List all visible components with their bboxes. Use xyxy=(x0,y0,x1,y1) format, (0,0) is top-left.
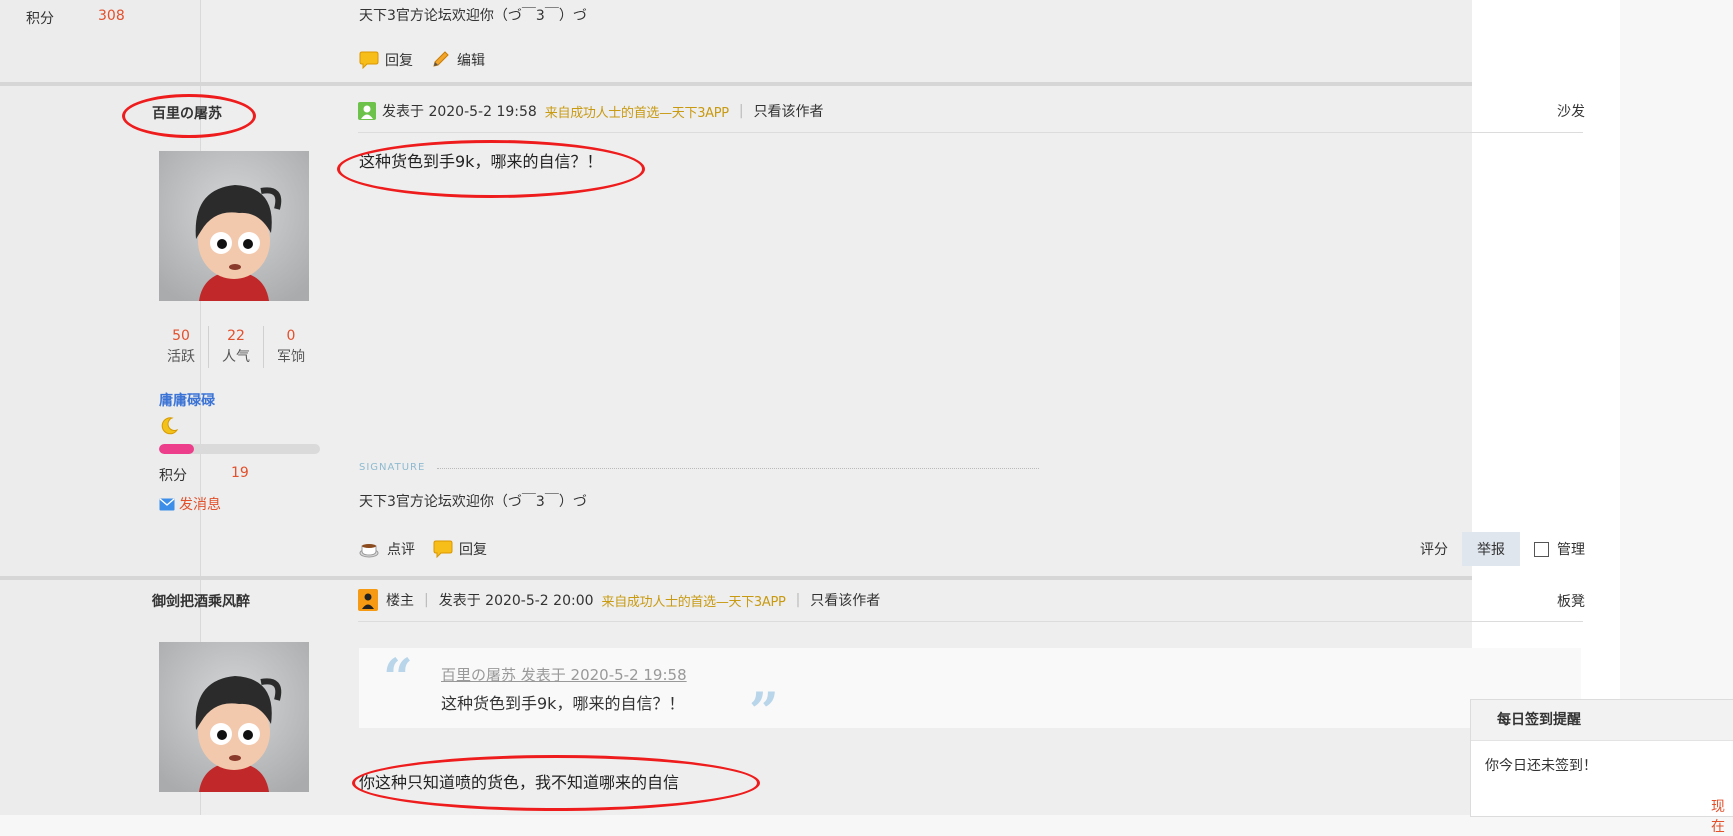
moon-icon xyxy=(159,416,179,440)
envelope-icon xyxy=(159,497,175,510)
comment-button[interactable]: 点评 xyxy=(359,539,415,559)
floor-number[interactable]: 板凳 xyxy=(1557,591,1585,611)
thread-starter-icon xyxy=(358,589,378,611)
score-value: 308 xyxy=(98,8,125,24)
stat-active[interactable]: 50 活跃 xyxy=(154,326,209,368)
app-source-tag[interactable]: 来自成功人士的首选—天下3APP xyxy=(602,591,786,610)
author-stats: 50 活跃 22 人气 0 军饷 xyxy=(154,326,318,368)
score-label: 积分 xyxy=(26,11,54,27)
author-name[interactable]: 御剑把酒乘风醉 xyxy=(152,591,250,611)
only-author-link[interactable]: 只看该作者 xyxy=(810,590,880,610)
speech-bubble-icon xyxy=(359,51,379,69)
online-user-icon xyxy=(358,102,376,120)
pencil-icon xyxy=(433,51,449,67)
rate-button[interactable]: 评分 xyxy=(1420,539,1448,559)
popup-message: 你今日还未签到！ xyxy=(1485,758,1597,774)
coffee-cup-icon xyxy=(359,544,379,558)
avatar-cartoon-boy-icon xyxy=(159,151,309,301)
close-quote-icon: ” xyxy=(749,682,779,743)
score-value[interactable]: 19 xyxy=(231,465,249,481)
floor-number[interactable]: 沙发 xyxy=(1557,101,1585,121)
daily-signin-popup: 每日签到提醒 你今日还未签到！ 现在 xyxy=(1470,699,1733,835)
level-progress-fill xyxy=(159,444,195,454)
report-button[interactable]: 举报 xyxy=(1462,532,1520,566)
stat-popularity[interactable]: 22 人气 xyxy=(209,326,264,368)
quote-text: 这种货色到手9k，哪来的自信？！ xyxy=(441,694,685,713)
signature-text: 天下3官方论坛欢迎你（づ￣3￣）づ xyxy=(359,494,587,510)
annotation-circle xyxy=(337,140,645,198)
post-meta: 发表于 2020-5-2 19:58 来自成功人士的首选—天下3APP | 只看… xyxy=(358,101,824,121)
only-author-link[interactable]: 只看该作者 xyxy=(754,101,824,121)
manage-toggle[interactable]: 管理 xyxy=(1534,539,1585,559)
avatar[interactable] xyxy=(159,642,309,792)
quote-block: “ 百里の屠苏 发表于 2020-5-2 19:58 这种货色到手9k，哪来的自… xyxy=(359,648,1581,743)
open-quote-icon: “ xyxy=(383,648,413,709)
annotation-circle xyxy=(122,94,256,138)
reply-button[interactable]: 回复 xyxy=(433,539,487,559)
score-label: 积分 xyxy=(159,468,187,484)
edit-button[interactable]: 编辑 xyxy=(431,50,485,70)
avatar[interactable] xyxy=(159,151,309,301)
post-right-actions: 评分 举报 管理 xyxy=(1420,532,1585,566)
quote-author-link[interactable]: 百里の屠苏 发表于 2020-5-2 19:58 xyxy=(441,664,687,685)
signature-text: 天下3官方论坛欢迎你（づ￣3￣）づ xyxy=(359,8,587,24)
post-time: 发表于 2020-5-2 20:00 xyxy=(438,593,594,609)
user-group-link[interactable]: 庸庸碌碌 xyxy=(159,390,215,410)
signature-label: SIGNATURE xyxy=(359,462,426,473)
app-source-tag[interactable]: 来自成功人士的首选—天下3APP xyxy=(545,102,729,121)
post-meta: 楼主 | 发表于 2020-5-2 20:00 来自成功人士的首选—天下3APP… xyxy=(358,589,880,611)
post-time: 发表于 2020-5-2 19:58 xyxy=(382,104,537,120)
send-message-link[interactable]: 发消息 xyxy=(159,494,221,514)
annotation-circle xyxy=(352,755,760,811)
stat-pay[interactable]: 0 军饷 xyxy=(264,326,318,368)
popup-title: 每日签到提醒 xyxy=(1471,700,1733,741)
signin-now-link[interactable]: 现在 xyxy=(1711,796,1733,836)
speech-bubble-icon xyxy=(433,540,453,558)
avatar-cartoon-boy-icon xyxy=(159,642,309,792)
op-badge: 楼主 xyxy=(386,593,414,609)
post-actions: 点评 回复 xyxy=(359,539,487,559)
level-progress-bar xyxy=(159,444,320,454)
post-actions: 回复 编辑 xyxy=(359,50,485,70)
manage-checkbox[interactable] xyxy=(1534,541,1549,557)
reply-button[interactable]: 回复 xyxy=(359,50,413,70)
